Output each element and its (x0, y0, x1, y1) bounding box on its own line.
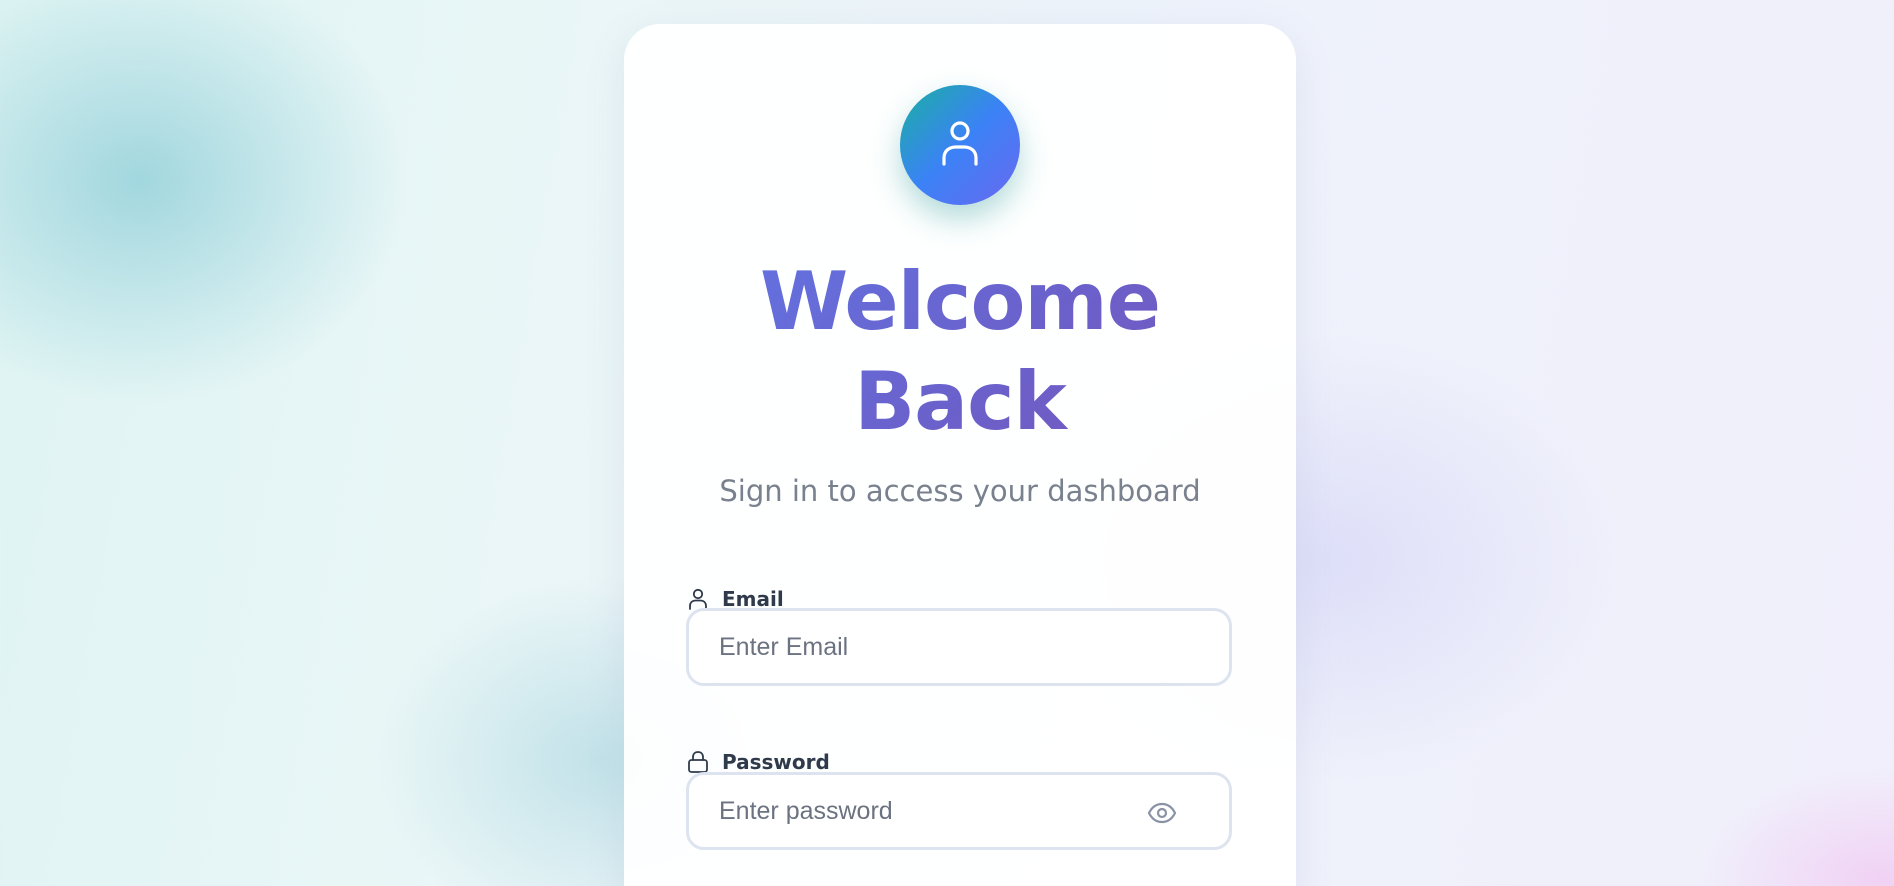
eye-icon[interactable] (1147, 798, 1177, 828)
avatar (900, 85, 1020, 205)
title-line-1: Welcome (759, 255, 1161, 348)
password-label-text: Password (722, 750, 830, 774)
user-icon (940, 120, 980, 170)
login-card: Welcome Back Sign in to access your dash… (624, 24, 1296, 886)
page-title: Welcome Back (624, 252, 1296, 452)
title-line-2: Back (854, 355, 1066, 448)
email-field[interactable] (689, 611, 1229, 683)
password-label: Password (686, 750, 830, 774)
password-field-wrapper (686, 772, 1232, 850)
lock-icon (686, 750, 710, 774)
page-subtitle: Sign in to access your dashboard (719, 474, 1201, 508)
email-field-wrapper (686, 608, 1232, 686)
